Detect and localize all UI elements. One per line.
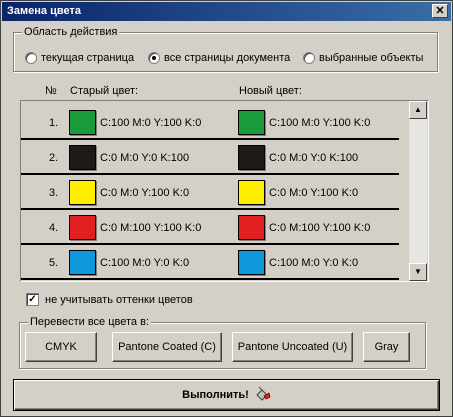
row-number: 3.	[49, 187, 59, 199]
col-new-header: Новый цвет:	[239, 85, 302, 97]
title-bar[interactable]: Замена цвета ✕	[2, 2, 451, 21]
row-number: 2.	[49, 152, 59, 164]
radio-current-page-dot[interactable]	[25, 52, 37, 64]
scroll-down-button[interactable]: ▼	[409, 263, 427, 281]
old-color-swatch[interactable]	[69, 110, 96, 135]
col-old-header: Старый цвет:	[70, 85, 139, 97]
new-color-value: C:100 M:0 Y:0 K:0	[269, 257, 359, 269]
old-color-value: C:0 M:100 Y:100 K:0	[100, 222, 202, 234]
convert-pantone-coated-button[interactable]: Pantone Coated (C)	[112, 332, 222, 362]
radio-all-pages[interactable]: все страницы документа	[148, 52, 290, 64]
color-row[interactable]: 4. C:0 M:100 Y:100 K:0 C:0 M:100 Y:100 K:0	[21, 210, 399, 245]
row-number: 1.	[49, 117, 59, 129]
old-color-swatch[interactable]	[69, 250, 96, 275]
convert-legend: Перевести все цвета в:	[28, 316, 151, 328]
new-color-value: C:0 M:100 Y:100 K:0	[269, 222, 371, 234]
radio-selected-objects-label: выбранные объекты	[319, 52, 424, 64]
new-color-value: C:0 M:0 Y:100 K:0	[269, 187, 359, 199]
new-color-swatch[interactable]	[238, 250, 265, 275]
color-row[interactable]: 2. C:0 M:0 Y:0 K:100 C:0 M:0 Y:0 K:100	[21, 140, 399, 175]
new-color-swatch[interactable]	[238, 180, 265, 205]
old-color-value: C:0 M:0 Y:0 K:100	[100, 152, 190, 164]
radio-selected-objects-dot[interactable]	[303, 52, 315, 64]
old-color-value: C:100 M:0 Y:100 K:0	[100, 117, 202, 129]
ignore-shades-checkbox[interactable]: ✓	[26, 293, 39, 306]
new-color-value: C:0 M:0 Y:0 K:100	[269, 152, 359, 164]
old-color-value: C:100 M:0 Y:0 K:0	[100, 257, 190, 269]
col-num-header: №	[45, 85, 57, 97]
old-color-swatch[interactable]	[69, 180, 96, 205]
new-color-swatch[interactable]	[238, 110, 265, 135]
color-row[interactable]: 1. C:100 M:0 Y:100 K:0 C:100 M:0 Y:100 K:0	[21, 105, 399, 140]
radio-current-page[interactable]: текущая страница	[25, 52, 134, 64]
radio-current-page-label: текущая страница	[41, 52, 135, 64]
paint-bucket-icon	[255, 386, 271, 404]
scroll-up-button[interactable]: ▲	[409, 101, 427, 119]
radio-all-pages-label: все страницы документа	[164, 52, 291, 64]
convert-cmyk-button[interactable]: CMYK	[25, 332, 97, 362]
radio-selected-objects[interactable]: выбранные объекты	[303, 52, 423, 64]
row-number: 4.	[49, 222, 59, 234]
color-replace-window: Замена цвета ✕ Область действия текущая …	[0, 0, 453, 417]
window-title: Замена цвета	[7, 5, 81, 17]
list-scrollbar[interactable]: ▲ ▼	[409, 101, 427, 281]
execute-label: Выполнить!	[182, 389, 249, 401]
old-color-swatch[interactable]	[69, 215, 96, 240]
new-color-swatch[interactable]	[238, 145, 265, 170]
execute-button[interactable]: Выполнить!	[13, 379, 440, 411]
close-icon: ✕	[435, 5, 445, 17]
ignore-shades-option[interactable]: ✓ не учитывать оттенки цветов	[26, 293, 193, 306]
convert-pantone-uncoated-button[interactable]: Pantone Uncoated (U)	[232, 332, 353, 362]
new-color-value: C:100 M:0 Y:100 K:0	[269, 117, 371, 129]
convert-gray-button[interactable]: Gray	[363, 332, 410, 362]
old-color-swatch[interactable]	[69, 145, 96, 170]
row-number: 5.	[49, 257, 59, 269]
scope-legend: Область действия	[22, 26, 120, 38]
color-row[interactable]: 5. C:100 M:0 Y:0 K:0 C:100 M:0 Y:0 K:0	[21, 245, 399, 280]
color-row[interactable]: 3. C:0 M:0 Y:100 K:0 C:0 M:0 Y:100 K:0	[21, 175, 399, 210]
old-color-value: C:0 M:0 Y:100 K:0	[100, 187, 190, 199]
close-button[interactable]: ✕	[432, 4, 448, 18]
new-color-swatch[interactable]	[238, 215, 265, 240]
radio-all-pages-dot[interactable]	[148, 52, 160, 64]
ignore-shades-label: не учитывать оттенки цветов	[45, 293, 193, 306]
